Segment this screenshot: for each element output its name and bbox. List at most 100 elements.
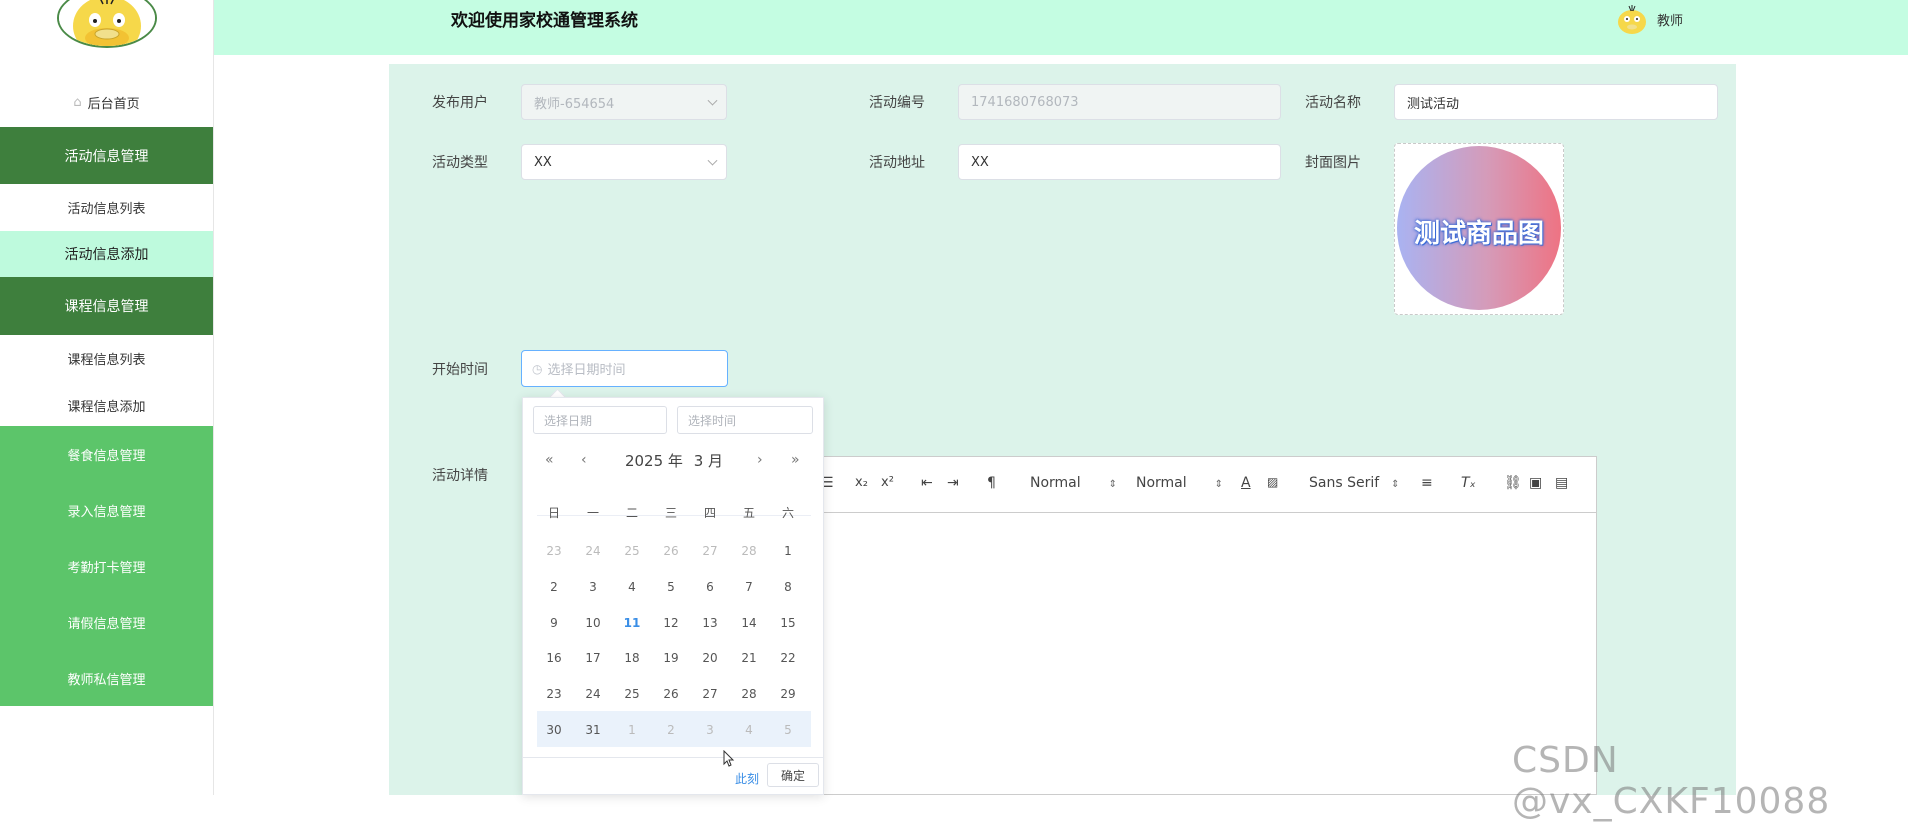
sidebar-item-3[interactable]: 课程信息管理: [0, 277, 213, 335]
sidebar-item-2[interactable]: 活动信息添加: [0, 231, 213, 277]
video-icon[interactable]: ▤: [1555, 475, 1568, 491]
calendar-day[interactable]: 28: [732, 681, 766, 707]
picker-time-input[interactable]: 选择时间: [677, 406, 813, 434]
calendar-day[interactable]: 21: [732, 645, 766, 671]
calendar-day[interactable]: 27: [693, 681, 727, 707]
calendar-day[interactable]: 29: [771, 681, 805, 707]
confirm-button[interactable]: 确定: [767, 763, 819, 787]
sidebar-item-1[interactable]: 活动信息列表: [0, 184, 213, 232]
calendar-day[interactable]: 13: [693, 610, 727, 636]
sidebar-item-label: 课程信息列表: [67, 353, 146, 368]
calendar-day[interactable]: 26: [654, 538, 688, 564]
calendar-day[interactable]: 3: [576, 574, 610, 600]
picker-year[interactable]: 2025 年: [625, 452, 683, 470]
calendar-day[interactable]: 30: [537, 717, 571, 743]
calendar-day[interactable]: 10: [576, 610, 610, 636]
clean-format-icon[interactable]: Tₓ: [1461, 475, 1476, 491]
calendar-day[interactable]: 8: [771, 574, 805, 600]
picker-footer: [523, 757, 823, 758]
calendar-day[interactable]: 12: [654, 610, 688, 636]
calendar-day[interactable]: 23: [537, 538, 571, 564]
calendar-day[interactable]: 22: [771, 645, 805, 671]
start-time-placeholder: 选择日期时间: [547, 363, 626, 378]
calendar-day[interactable]: 2: [537, 574, 571, 600]
picker-time-placeholder: 选择时间: [688, 413, 737, 428]
calendar-day[interactable]: 15: [771, 610, 805, 636]
align-icon[interactable]: ≡: [1421, 475, 1433, 491]
direction-icon[interactable]: ¶: [987, 475, 996, 491]
calendar-day[interactable]: 17: [576, 645, 610, 671]
calendar-day[interactable]: 27: [693, 538, 727, 564]
outdent-icon[interactable]: ⇤: [921, 475, 933, 491]
image-icon[interactable]: ▣: [1529, 475, 1542, 491]
picker-date-input[interactable]: 选择日期: [533, 406, 667, 434]
home-link[interactable]: ⌂ 后台首页: [0, 88, 213, 116]
activity-type-label: 活动类型: [432, 155, 488, 171]
calendar-day[interactable]: 24: [576, 681, 610, 707]
sidebar-item-0[interactable]: 活动信息管理: [0, 127, 213, 184]
calendar-day[interactable]: 5: [654, 574, 688, 600]
calendar-day[interactable]: 20: [693, 645, 727, 671]
calendar-day[interactable]: 1: [615, 717, 649, 743]
watermark: CSDN @vx_CXKF10088: [1512, 740, 1831, 822]
calendar-day-today[interactable]: 11: [615, 610, 649, 636]
sidebar-item-7[interactable]: 录入信息管理: [0, 482, 213, 538]
calendar-day[interactable]: 25: [615, 681, 649, 707]
calendar-day[interactable]: 14: [732, 610, 766, 636]
sidebar-item-8[interactable]: 考勤打卡管理: [0, 538, 213, 594]
header-select-value: Normal: [1030, 475, 1081, 491]
sidebar-item-9[interactable]: 请假信息管理: [0, 594, 213, 650]
picker-date-placeholder: 选择日期: [544, 413, 593, 428]
cover-upload[interactable]: 测试商品图: [1394, 143, 1564, 315]
calendar-day[interactable]: 1: [771, 538, 805, 564]
calendar-day[interactable]: 23: [537, 681, 571, 707]
updown-icon: ⇕: [1108, 479, 1118, 490]
calendar-day[interactable]: 7: [732, 574, 766, 600]
next-year-icon[interactable]: »: [791, 452, 800, 468]
link-icon[interactable]: ⛓: [1504, 475, 1522, 491]
indent-icon[interactable]: ⇥: [947, 475, 959, 491]
next-month-icon[interactable]: ›: [757, 452, 763, 468]
start-time-input[interactable]: ◷ 选择日期时间: [521, 350, 728, 387]
chevron-down-icon: [707, 155, 718, 166]
user-avatar[interactable]: [1616, 2, 1648, 34]
calendar-day[interactable]: 24: [576, 538, 610, 564]
calendar-day[interactable]: 19: [654, 645, 688, 671]
sidebar-item-4[interactable]: 课程信息列表: [0, 335, 213, 383]
calendar-day[interactable]: 16: [537, 645, 571, 671]
activity-name-input[interactable]: 测试活动: [1394, 84, 1718, 120]
calendar-day[interactable]: 4: [615, 574, 649, 600]
editor-content-area[interactable]: [820, 513, 1597, 795]
sidebar-item-10[interactable]: 教师私信管理: [0, 650, 213, 706]
activity-address-input[interactable]: XX: [958, 144, 1281, 180]
calendar-day[interactable]: 18: [615, 645, 649, 671]
sidebar-item-5[interactable]: 课程信息添加: [0, 382, 213, 429]
calendar-day[interactable]: 4: [732, 717, 766, 743]
activity-type-select[interactable]: XX: [521, 144, 727, 180]
calendar-day[interactable]: 5: [771, 717, 805, 743]
calendar-day[interactable]: 28: [732, 538, 766, 564]
subscript-icon[interactable]: x₂: [855, 475, 868, 490]
size-select[interactable]: Normal ⇕: [1136, 475, 1223, 491]
background-color-icon[interactable]: ▨: [1267, 475, 1278, 489]
sidebar: ⌂ 后台首页 活动信息管理 活动信息列表 活动信息添加 课程信息管理课程信息列表课程信…: [0, 0, 214, 795]
superscript-icon[interactable]: x²: [881, 475, 894, 490]
publisher-label: 发布用户: [432, 95, 488, 111]
header-select[interactable]: Normal ⇕: [1030, 475, 1117, 491]
font-select[interactable]: Sans Serif ⇕: [1309, 475, 1400, 491]
calendar-day[interactable]: 31: [576, 717, 610, 743]
sidebar-item-6[interactable]: 餐食信息管理: [0, 426, 213, 482]
text-color-icon[interactable]: A: [1241, 475, 1251, 491]
now-button[interactable]: 此刻: [735, 770, 759, 787]
user-name[interactable]: 教师: [1657, 10, 1683, 29]
calendar-day[interactable]: 3: [693, 717, 727, 743]
calendar-day[interactable]: 25: [615, 538, 649, 564]
calendar-day[interactable]: 26: [654, 681, 688, 707]
calendar-day[interactable]: 9: [537, 610, 571, 636]
calendar-day[interactable]: 2: [654, 717, 688, 743]
cover-image-text: 测试商品图: [1413, 219, 1544, 249]
calendar-day[interactable]: 6: [693, 574, 727, 600]
activity-no-label: 活动编号: [869, 95, 925, 111]
publisher-value: 教师-654654: [534, 96, 615, 112]
picker-month[interactable]: 3 月: [694, 452, 723, 470]
